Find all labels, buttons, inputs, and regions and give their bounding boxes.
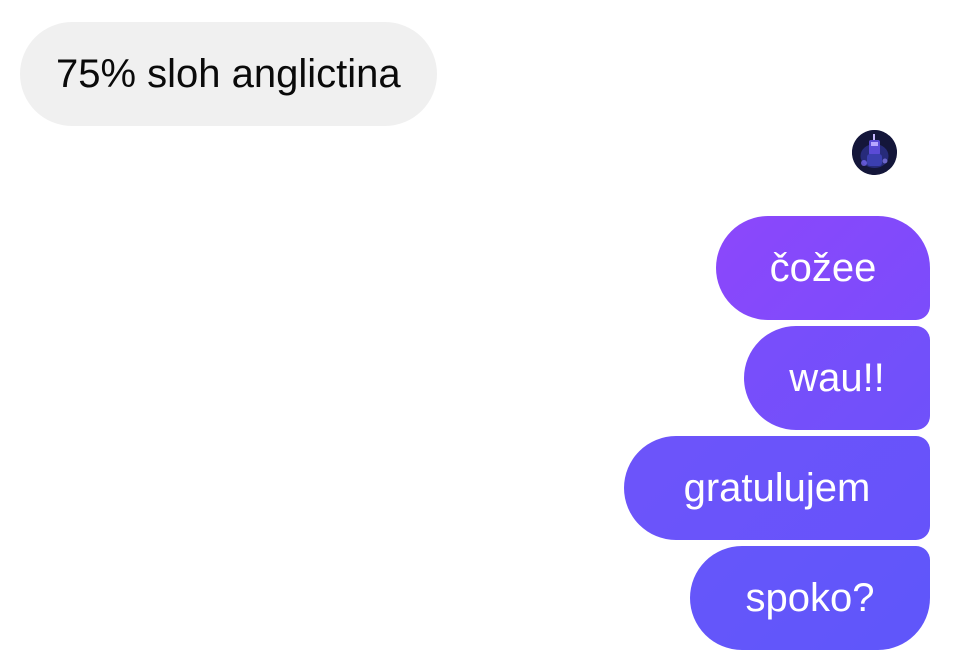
incoming-message-bubble[interactable]: 75% sloh anglictina: [20, 22, 437, 126]
outgoing-message-text: spoko?: [745, 575, 875, 620]
outgoing-message-bubble[interactable]: spoko?: [690, 546, 930, 650]
contact-avatar[interactable]: [852, 130, 897, 175]
outgoing-message-bubble[interactable]: čožee: [716, 216, 930, 320]
contact-avatar-icon: [852, 130, 897, 175]
chat-thread: 75% sloh anglictina čožee wau!! gratuluj…: [0, 0, 953, 658]
outgoing-message-text: wau!!: [789, 355, 885, 400]
outgoing-message-bubble[interactable]: gratulujem: [624, 436, 930, 540]
outgoing-message-bubble[interactable]: wau!!: [744, 326, 930, 430]
outgoing-message-text: čožee: [769, 245, 877, 290]
outgoing-message-text: gratulujem: [683, 465, 871, 510]
incoming-message-text: 75% sloh anglictina: [56, 51, 401, 96]
